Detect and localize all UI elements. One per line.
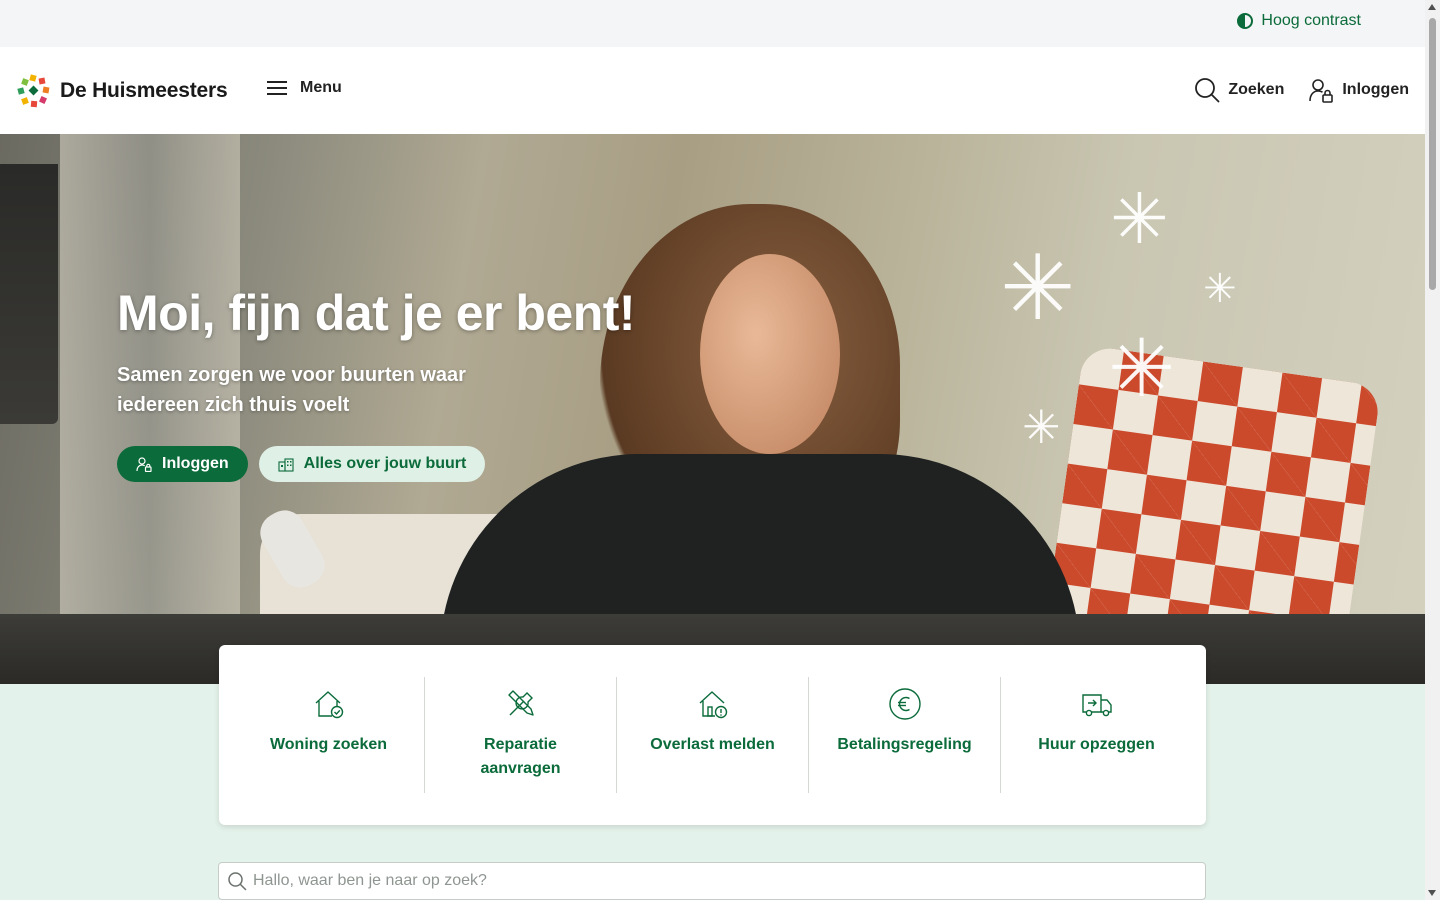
quick-link-overlast[interactable]: Overlast melden (617, 677, 809, 793)
neighborhood-label: Alles over jouw buurt (303, 455, 467, 472)
hero-login-button[interactable]: Inloggen (117, 446, 248, 482)
hero-login-label: Inloggen (162, 455, 229, 472)
house-alert-icon (699, 691, 727, 719)
quick-link-woning-zoeken[interactable]: Woning zoeken (233, 677, 425, 793)
search-button[interactable]: Zoeken (1194, 77, 1284, 103)
hero-title: Moi, fijn dat je er bent! (117, 285, 636, 341)
quick-link-betalingsregeling[interactable]: Betalingsregeling (809, 677, 1001, 793)
contrast-icon (1237, 13, 1254, 29)
user-lock-icon (136, 457, 152, 472)
scrollbar-thumb[interactable] (1429, 18, 1436, 290)
hamburger-icon (267, 81, 287, 95)
neighborhood-icon (278, 458, 294, 472)
site-search-input[interactable] (253, 872, 1173, 890)
menu-button[interactable]: Menu (266, 79, 342, 97)
sparkle-icon: ✳ (1022, 400, 1061, 454)
search-icon (228, 872, 247, 891)
hero-content: Moi, fijn dat je er bent! Samen zorgen w… (117, 284, 636, 482)
sparkle-icon: ✳ (1108, 322, 1176, 415)
login-button[interactable]: Inloggen (1308, 77, 1409, 103)
hero-buttons: Inloggen Alles over jouw buurt (117, 446, 635, 482)
site-header: De Huismeesters Menu Zoeken Inloggen (0, 47, 1425, 134)
neighborhood-button[interactable]: Alles over jouw buurt (258, 446, 486, 482)
scrollbar[interactable] (1425, 0, 1440, 900)
header-actions: Zoeken Inloggen (1194, 77, 1425, 103)
sparkle-icon: ✳ (1203, 266, 1237, 312)
hero-banner: ✳ ✳ ✳ ✳ ✳ Moi, fijn dat je er bent! Same… (0, 134, 1425, 684)
login-label: Inloggen (1342, 81, 1409, 98)
quick-link-label: Huur opzeggen (1038, 736, 1155, 753)
quick-link-label: Overlast melden (650, 736, 775, 753)
euro-icon (888, 688, 921, 720)
contrast-label: Hoog contrast (1261, 12, 1361, 29)
quick-link-label: Betalingsregeling (837, 736, 972, 753)
house-check-icon (315, 691, 343, 719)
high-contrast-toggle[interactable]: Hoog contrast (1237, 12, 1361, 30)
sparkle-icon: ✳ (1000, 236, 1076, 341)
tools-icon (507, 690, 534, 716)
logo-text: De Huismeesters (60, 79, 228, 102)
quick-links-card: Woning zoeken Reparatie aanvragen Overla… (219, 645, 1206, 825)
quick-link-reparatie[interactable]: Reparatie aanvragen (425, 677, 617, 793)
search-icon (1195, 78, 1220, 103)
quick-link-label: Woning zoeken (269, 736, 388, 753)
hero-photo-face (700, 254, 840, 454)
user-lock-icon (1309, 79, 1334, 103)
hero-subtitle: Samen zorgen we voor buurten waar iedere… (117, 364, 466, 416)
quick-link-huur-opzeggen[interactable]: Huur opzeggen (1001, 677, 1192, 793)
scroll-down-icon[interactable] (1428, 890, 1436, 896)
search-label: Zoeken (1228, 81, 1285, 98)
logo-mark-icon (17, 74, 50, 108)
sparkle-icon: ✳ (1110, 178, 1169, 260)
moving-truck-icon (1081, 694, 1112, 717)
scroll-up-icon[interactable] (1428, 4, 1436, 10)
site-search-box (218, 862, 1206, 900)
hero-photo-lamp (0, 164, 58, 424)
quick-link-label: Reparatie aanvragen (480, 736, 561, 777)
utility-bar: Hoog contrast (0, 0, 1425, 47)
menu-label: Menu (300, 79, 342, 96)
logo[interactable]: De Huismeesters (16, 73, 228, 109)
